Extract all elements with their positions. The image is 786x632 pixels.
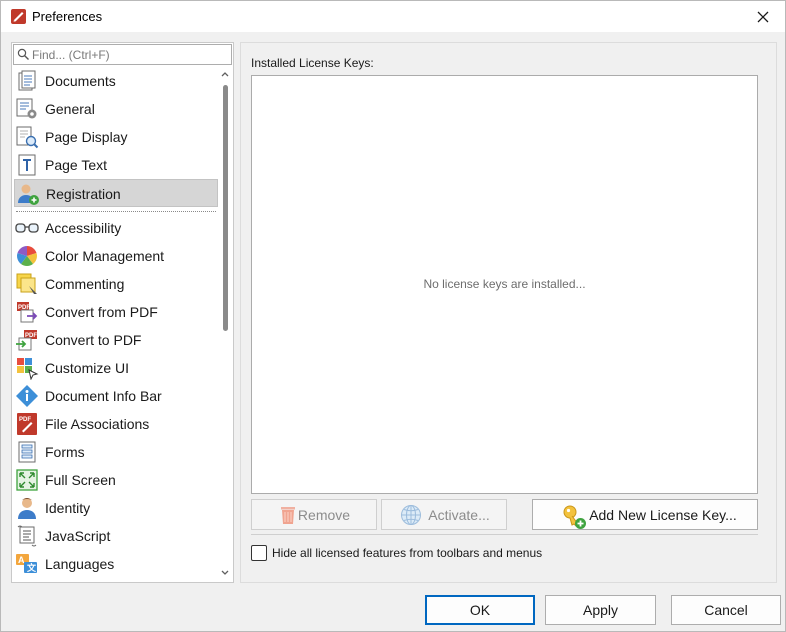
chevron-up-icon[interactable]	[220, 69, 230, 79]
nav-item-label: Full Screen	[45, 472, 116, 488]
trash-icon	[281, 507, 295, 524]
nav-item-label: General	[45, 101, 95, 117]
nav-item-customize-ui[interactable]: Customize UI	[14, 354, 218, 382]
nav-item-full-screen[interactable]: Full Screen	[14, 466, 218, 494]
svg-text:文: 文	[26, 562, 37, 573]
nav-item-documents[interactable]: Documents	[14, 67, 218, 95]
nav-item-javascript[interactable]: JavaScript	[14, 522, 218, 550]
registration-panel: Installed License Keys: No license keys …	[240, 42, 777, 583]
forms-icon	[18, 441, 36, 463]
ok-button-label: OK	[469, 602, 491, 618]
search-icon	[17, 48, 29, 60]
license-keys-label: Installed License Keys:	[251, 56, 374, 70]
registration-icon	[18, 184, 39, 205]
nav-item-identity[interactable]: Identity	[14, 494, 218, 522]
page-display-icon	[16, 126, 39, 149]
cancel-button[interactable]: Cancel	[671, 595, 781, 625]
nav-item-file-associations[interactable]: PDF File Associations	[14, 410, 218, 438]
color-wheel-icon	[17, 246, 37, 266]
svg-text:A: A	[18, 555, 25, 565]
nav-item-label: Convert from PDF	[45, 304, 158, 320]
customize-ui-icon	[17, 358, 39, 380]
nav-item-page-display[interactable]: Page Display	[14, 123, 218, 151]
identity-icon	[18, 498, 36, 519]
languages-icon: A 文	[16, 554, 37, 573]
globe-icon	[401, 505, 421, 525]
activate-button[interactable]: Activate...	[381, 499, 507, 530]
commenting-icon	[16, 273, 37, 294]
nav-item-convert-from-pdf[interactable]: PDF Convert from PDF	[14, 298, 218, 326]
nav-item-forms[interactable]: Forms	[14, 438, 218, 466]
apply-button-label: Apply	[582, 602, 619, 618]
full-screen-icon	[16, 469, 38, 491]
convert-from-pdf-icon: PDF	[17, 302, 38, 323]
nav-item-accessibility[interactable]: Accessibility	[14, 214, 218, 242]
info-icon	[16, 385, 38, 407]
nav-item-label: Accessibility	[45, 220, 122, 236]
documents-icon	[18, 70, 36, 91]
glasses-icon	[15, 223, 39, 233]
page-text-icon	[18, 154, 36, 176]
add-license-key-button[interactable]: Add New License Key...	[532, 499, 758, 530]
nav-item-page-text[interactable]: Page Text	[14, 151, 218, 179]
add-license-key-label: Add New License Key...	[589, 506, 737, 523]
nav-item-label: Commenting	[45, 276, 125, 292]
activate-button-label: Activate...	[428, 506, 490, 523]
scrollbar-thumb[interactable]	[223, 85, 228, 331]
nav-item-languages[interactable]: A 文 Languages	[14, 550, 218, 578]
convert-to-pdf-icon: PDF	[16, 330, 37, 351]
close-button[interactable]	[741, 1, 785, 32]
javascript-icon	[17, 525, 37, 547]
hide-licensed-features-checkbox[interactable]	[251, 545, 267, 561]
chevron-down-icon[interactable]	[220, 568, 230, 578]
nav-scrollbar[interactable]	[218, 67, 232, 582]
nav-item-label: File Associations	[45, 416, 150, 432]
nav-separator	[16, 211, 216, 212]
nav-item-label: Customize UI	[45, 360, 130, 376]
nav-item-commenting[interactable]: Commenting	[14, 270, 218, 298]
general-settings-icon	[16, 98, 37, 119]
nav-item-label: Forms	[45, 444, 85, 460]
remove-button-label: Remove	[297, 506, 351, 523]
nav-item-label: Languages	[45, 556, 115, 572]
nav-item-label: Registration	[46, 186, 121, 202]
nav-item-label: Identity	[45, 500, 91, 516]
nav-item-general[interactable]: General	[14, 95, 218, 123]
license-keys-list[interactable]: No license keys are installed...	[251, 75, 758, 494]
close-icon	[757, 11, 769, 22]
nav-item-label: Page Display	[45, 129, 128, 145]
nav-item-label: Documents	[45, 73, 116, 89]
app-logo-icon	[11, 9, 26, 24]
preferences-dialog: Preferences Documents	[0, 0, 786, 632]
search-box[interactable]	[13, 44, 232, 65]
svg-text:PDF: PDF	[19, 417, 31, 423]
search-input[interactable]	[32, 46, 228, 63]
window-title: Preferences	[32, 9, 103, 24]
nav-item-label: Document Info Bar	[45, 388, 162, 404]
nav-item-label: Color Management	[45, 248, 165, 264]
category-list: Documents General Page Display Page Text…	[12, 67, 218, 582]
divider	[251, 534, 758, 535]
nav-item-document-info-bar[interactable]: Document Info Bar	[14, 382, 218, 410]
ok-button[interactable]: OK	[425, 595, 535, 625]
remove-button[interactable]: Remove	[251, 499, 377, 530]
nav-item-registration[interactable]: Registration	[14, 179, 218, 207]
hide-licensed-features-label: Hide all licensed features from toolbars…	[272, 546, 543, 560]
nav-item-color-management[interactable]: Color Management	[14, 242, 218, 270]
hide-licensed-features-option[interactable]: Hide all licensed features from toolbars…	[251, 544, 542, 562]
nav-item-label: JavaScript	[45, 528, 111, 544]
nav-item-label: Page Text	[45, 157, 108, 173]
nav-item-label: Convert to PDF	[45, 332, 142, 348]
apply-button[interactable]: Apply	[545, 595, 656, 625]
nav-item-convert-to-pdf[interactable]: PDF Convert to PDF	[14, 326, 218, 354]
pdf-file-icon: PDF	[17, 413, 37, 435]
key-add-icon	[563, 505, 586, 529]
preferences-nav-pane: Documents General	[11, 42, 234, 583]
empty-list-message: No license keys are installed...	[423, 277, 586, 291]
title-bar: Preferences	[1, 1, 785, 32]
cancel-button-label: Cancel	[704, 602, 748, 618]
